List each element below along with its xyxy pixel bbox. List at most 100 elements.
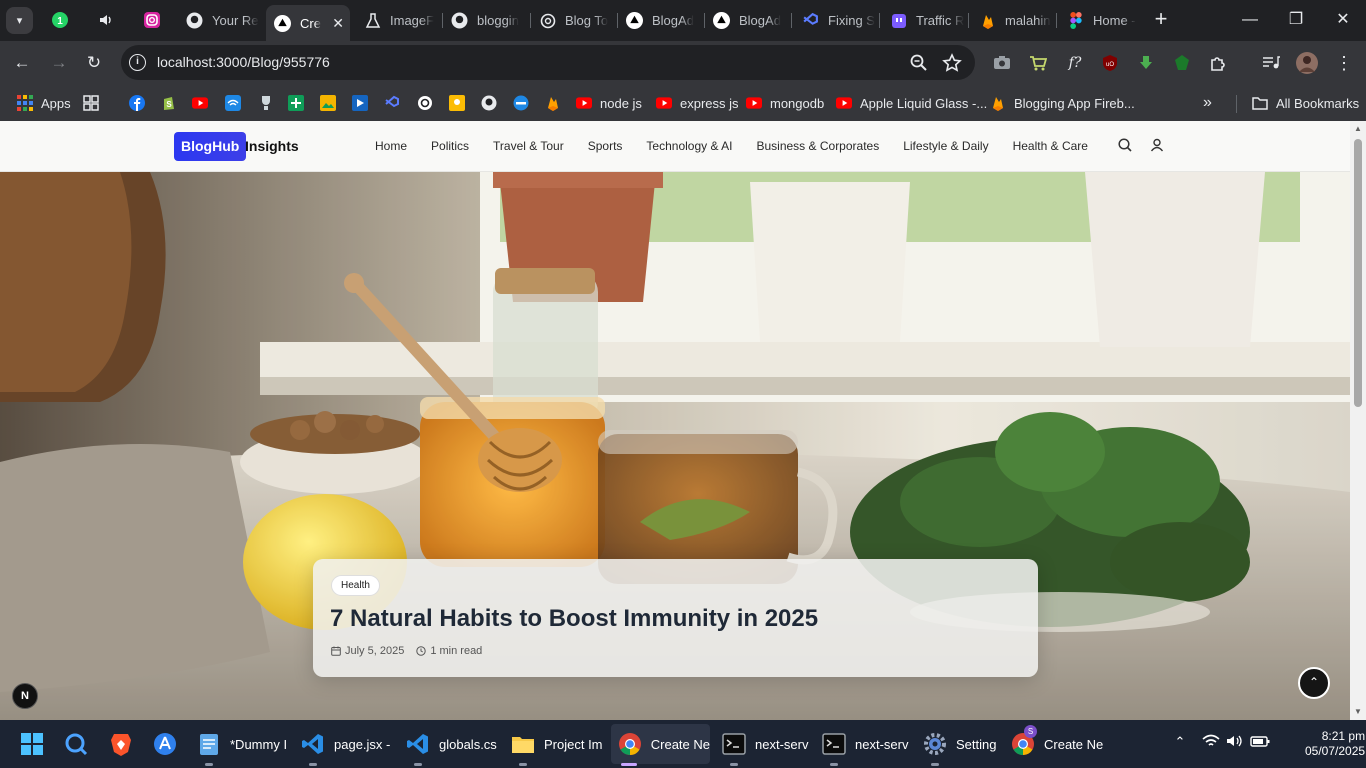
category-badge[interactable]: Health [331,575,380,596]
page-scrollbar[interactable]: ▲ ▼ [1350,121,1366,720]
volume-icon[interactable] [1225,734,1245,754]
nav-lifestyle-daily[interactable]: Lifestyle & Daily [903,139,988,153]
bookmark-apps[interactable]: Apps [17,92,71,114]
font-extension-icon[interactable]: f? [1064,52,1086,74]
profile-avatar[interactable] [1296,52,1318,74]
taskbar-vscode-page[interactable]: page.jsx - [300,720,390,768]
tab-your-repos[interactable]: Your Re [178,6,264,35]
tab-blogad-2[interactable]: BlogAd [705,6,791,35]
nav-sports[interactable]: Sports [588,139,623,153]
taskbar-notepad[interactable]: *Dummy I [196,720,287,768]
bookmark-apple-liquid-glass[interactable]: Apple Liquid Glass -... [836,92,987,114]
zoom-icon[interactable] [909,53,929,73]
nav-home[interactable]: Home [375,139,407,153]
tab-search-dropdown[interactable]: ▾ [6,7,33,34]
close-tab-icon[interactable]: ✕ [332,15,344,32]
taskbar-file-explorer[interactable]: Project Im [510,720,603,768]
site-logo[interactable]: BlogHub [174,132,247,161]
tab-blog-topics[interactable]: Blog To [531,6,617,35]
tab-traffic[interactable]: Traffic R [882,6,968,35]
wifi-icon[interactable] [1201,734,1221,754]
scrollbar-thumb[interactable] [1354,139,1362,407]
nav-technology-ai[interactable]: Technology & AI [646,139,732,153]
bookmark-vscode[interactable] [384,92,400,114]
minimize-button[interactable]: — [1239,9,1261,31]
site-info-icon[interactable]: i [129,54,146,71]
tab-malahin[interactable]: malahin [971,6,1057,35]
featured-post-card[interactable]: Health 7 Natural Habits to Boost Immunit… [313,559,1038,677]
media-controls-icon[interactable] [1260,52,1282,74]
address-bar[interactable]: i localhost:3000/Blog/955776 [121,45,975,80]
site-logo-text[interactable]: Insights [245,138,299,154]
taskbar-search[interactable] [63,720,89,768]
system-clock[interactable]: 8:21 pm 05/07/2025 [1305,729,1365,759]
nav-business-corporates[interactable]: Business & Corporates [756,139,879,153]
bookmark-photos[interactable] [320,92,336,114]
bookmark-openai[interactable] [417,92,433,114]
bookmark-star-icon[interactable] [942,53,962,73]
taskbar-terminal-2[interactable]: next-serv [821,720,908,768]
green-extension-icon[interactable] [1171,52,1193,74]
bookmark-blogging-app[interactable]: Blogging App Fireb... [990,92,1135,114]
taskbar-app-store[interactable] [152,720,178,768]
extensions-puzzle-icon[interactable] [1207,52,1229,74]
cart-extension-icon[interactable] [1027,52,1049,74]
nextjs-dev-indicator[interactable]: N [12,683,38,709]
bookmark-video[interactable] [352,92,368,114]
scroll-down-arrow-icon[interactable]: ▼ [1353,707,1363,717]
all-bookmarks-folder[interactable]: All Bookmarks [1252,92,1359,114]
download-extension-icon[interactable] [1135,52,1157,74]
user-icon[interactable] [1149,137,1165,153]
scroll-to-top-button[interactable]: ⌃ [1298,667,1330,699]
forward-button[interactable]: → [48,52,70,74]
ublock-icon[interactable]: uO [1099,52,1121,74]
taskbar-chrome-active[interactable]: Create Ne [611,724,710,766]
close-window-button[interactable]: ✕ [1332,9,1354,31]
search-icon[interactable] [1117,137,1133,153]
reload-button[interactable]: ↻ [83,52,105,74]
mute-tab[interactable] [96,10,116,30]
screenshot-extension-icon[interactable] [991,52,1013,74]
nav-politics[interactable]: Politics [431,139,469,153]
show-hidden-icons-chevron-icon[interactable]: ⌃ [1170,734,1190,754]
tab-blogad-1[interactable]: BlogAd [618,6,704,35]
start-button[interactable] [19,720,45,768]
url-text[interactable]: localhost:3000/Blog/955776 [157,54,330,70]
bookmark-youtube[interactable] [192,92,208,114]
bookmark-keep[interactable] [449,92,465,114]
taskbar-vscode-globals[interactable]: globals.cs [405,720,497,768]
chrome-menu-icon[interactable]: ⋮ [1333,52,1355,74]
bookmark-tab-groups[interactable] [83,92,99,114]
bookmark-node-js[interactable]: node js [576,92,642,114]
restore-button[interactable]: ❐ [1285,9,1307,31]
taskbar-settings[interactable]: Setting [922,720,996,768]
bookmark-facebook[interactable] [129,92,145,114]
more-bookmarks-chevron-icon[interactable]: » [1203,92,1212,114]
tab-blogging[interactable]: bloggin [443,6,529,35]
bookmark-express-js[interactable]: express js [656,92,739,114]
new-tab-button[interactable]: + [1151,8,1171,30]
tab-create-active[interactable]: Cre ✕ [266,5,350,41]
tab-imagef[interactable]: ImageF [356,6,442,35]
scroll-up-arrow-icon[interactable]: ▲ [1353,124,1363,134]
bookmark-sheets[interactable] [288,92,304,114]
back-button[interactable]: ← [11,52,33,74]
instagram-pinned-tab[interactable] [142,10,162,30]
bookmark-mongodb[interactable]: mongodb [746,92,824,114]
taskbar-brave[interactable] [108,720,134,768]
taskbar-chrome-profile-s[interactable]: S Create Ne [1010,720,1103,768]
taskbar-terminal-1[interactable]: next-serv [721,720,808,768]
bookmark-firebase[interactable] [545,92,561,114]
bookmark-wifi-tool[interactable] [225,92,241,114]
nav-health-care[interactable]: Health & Care [1013,139,1088,153]
bookmark-shopify[interactable]: S [161,92,177,114]
bookmark-circle-app[interactable] [513,92,529,114]
whatsapp-pinned-tab[interactable]: 1 [50,10,70,30]
tab-home[interactable]: Home - [1059,6,1145,35]
tab-fixing[interactable]: Fixing S [794,6,880,35]
post-title[interactable]: 7 Natural Habits to Boost Immunity in 20… [330,605,818,633]
battery-icon[interactable] [1250,734,1270,754]
bookmark-trophy[interactable] [258,92,274,114]
nav-travel-tour[interactable]: Travel & Tour [493,139,564,153]
bookmark-github[interactable] [481,92,497,114]
